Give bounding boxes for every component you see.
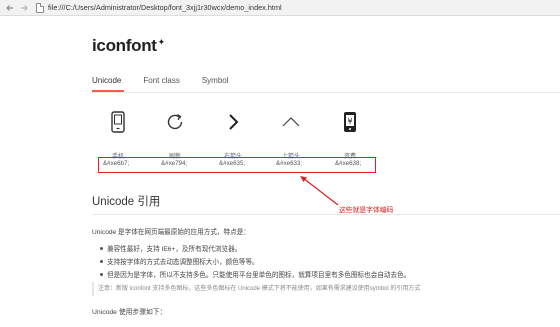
browser-address-bar: file:///C:/Users/Administrator/Desktop/f… <box>0 0 560 16</box>
note-callout: 注意：新版 iconfont 支持多色图标，这些多色图标在 Unicode 模式… <box>92 282 560 296</box>
icon-list: 手机 刷新 右箭头 上箭头 ¥ 资费 <box>96 110 396 160</box>
icon-item-right-arrow[interactable]: 右箭头 <box>211 110 255 160</box>
forward-arrow-icon[interactable] <box>18 2 30 14</box>
icon-item-up-arrow[interactable]: 上箭头 <box>269 110 313 160</box>
tabs-divider <box>92 92 560 93</box>
logo-star-icon: ✦ <box>157 37 166 47</box>
section-title: Unicode 引用 <box>92 196 161 208</box>
refresh-icon <box>163 110 187 134</box>
icon-item-refresh[interactable]: 刷新 <box>153 110 197 160</box>
section-divider <box>92 214 560 215</box>
list-item-text: 兼容性最好，支持 IE6+，及所有现代浏览器。 <box>107 246 242 253</box>
right-arrow-icon <box>221 110 245 134</box>
money-icon: ¥ <box>338 110 362 134</box>
list-item-text: 支持按字体的方式去动态调整图标大小，颜色等等。 <box>107 259 259 266</box>
intro-text: Unicode 是字体在网页端最原始的应用方式，特点是： <box>92 229 250 236</box>
bullet-icon <box>100 259 103 263</box>
file-icon <box>36 2 44 13</box>
back-arrow-icon[interactable] <box>4 2 16 14</box>
icon-item-money[interactable]: ¥ 资费 <box>328 110 372 160</box>
url-text[interactable]: file:///C:/Users/Administrator/Desktop/f… <box>48 3 282 12</box>
icon-code[interactable]: &#xe638; <box>335 160 361 167</box>
logo-text: iconfont <box>92 36 157 55</box>
icon-code[interactable]: &#xe635; <box>219 160 245 167</box>
steps-heading: Unicode 使用步骤如下： <box>92 309 167 316</box>
annotation-label: 这些就是字体编码 <box>339 207 394 214</box>
bullet-icon <box>100 246 103 250</box>
up-arrow-icon <box>279 110 303 134</box>
iconfont-logo[interactable]: iconfont✦ <box>92 36 165 56</box>
tab-symbol[interactable]: Symbol <box>202 74 229 92</box>
url-field[interactable]: file:///C:/Users/Administrator/Desktop/f… <box>36 2 282 14</box>
list-item: 支持按字体的方式去动态调整图标大小，颜色等等。 <box>100 256 410 269</box>
bullet-icon <box>100 272 103 276</box>
svg-text:¥: ¥ <box>347 117 352 126</box>
icon-code[interactable]: &#xe633; <box>276 160 302 167</box>
feature-list: 兼容性最好，支持 IE6+，及所有现代浏览器。 支持按字体的方式去动态调整图标大… <box>100 243 410 282</box>
list-item: 兼容性最好，支持 IE6+，及所有现代浏览器。 <box>100 243 410 256</box>
phone-icon <box>106 110 130 134</box>
icon-code[interactable]: &#xe794; <box>161 160 187 167</box>
list-item-text: 但是因为是字体，所以不支持多色。只能使用平台里单色的图标，就算项目里有多色图标也… <box>107 272 411 279</box>
note-text: 注意：新版 iconfont 支持多色图标，这些多色图标在 Unicode 模式… <box>98 286 421 292</box>
icon-code[interactable]: &#xe6b7; <box>103 160 129 167</box>
tab-font-class[interactable]: Font class <box>143 74 179 92</box>
list-item: 但是因为是字体，所以不支持多色。只能使用平台里单色的图标，就算项目里有多色图标也… <box>100 269 410 282</box>
icon-item-phone[interactable]: 手机 <box>96 110 140 160</box>
